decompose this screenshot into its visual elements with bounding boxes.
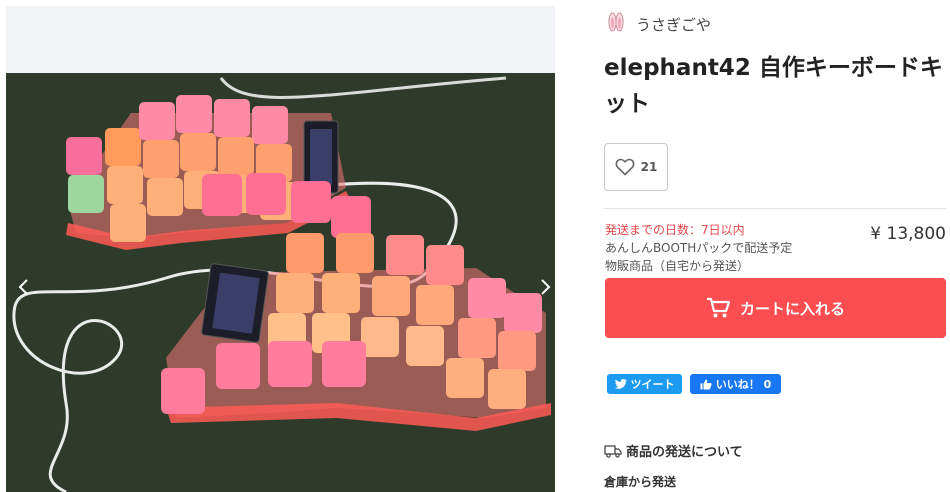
add-to-cart-label: カートに入れる: [739, 299, 845, 318]
heart-icon: [615, 158, 635, 176]
twitter-bird-icon: [614, 379, 627, 389]
keyboard-photo-illustration: [6, 73, 555, 492]
shop-name[interactable]: うさぎごや: [636, 14, 711, 35]
like-count: 21: [640, 160, 658, 174]
gallery-next-button[interactable]: [535, 274, 557, 300]
product-title: elephant42 自作キーボードキット: [604, 55, 943, 117]
chevron-right-icon: [541, 279, 551, 295]
shipping-method-warehouse: 倉庫から発送: [604, 475, 677, 489]
gallery-prev-button[interactable]: [12, 274, 34, 300]
bunny-ears-icon: [604, 12, 628, 36]
truck-icon: [604, 444, 622, 458]
tweet-label: ツイート: [630, 378, 675, 391]
cart-icon: [706, 297, 730, 318]
shipping-info-heading-text: 商品の発送について: [626, 445, 743, 460]
thumbs-up-icon: [700, 379, 712, 389]
facebook-like-label: いいね！ 0: [715, 378, 772, 391]
shipping-method: あんしんBOOTHパックで配送予定: [605, 241, 793, 255]
tweet-button[interactable]: ツイート: [607, 374, 682, 394]
product-image-gallery: [6, 6, 555, 492]
shipping-info-heading: 商品の発送について: [604, 441, 743, 460]
product-photo[interactable]: [6, 73, 555, 492]
like-button[interactable]: 21: [604, 143, 668, 191]
add-to-cart-button[interactable]: カートに入れる: [605, 278, 946, 338]
divider: [604, 208, 946, 209]
shop-link[interactable]: うさぎごや: [604, 10, 711, 38]
item-type: 物販商品（自宅から発送）: [605, 259, 750, 273]
chevron-left-icon: [18, 279, 28, 295]
shipping-days: 発送までの日数：7日以内: [605, 223, 745, 237]
facebook-like-button[interactable]: いいね！ 0: [690, 374, 781, 394]
product-price: ¥ 13,800: [870, 224, 946, 244]
